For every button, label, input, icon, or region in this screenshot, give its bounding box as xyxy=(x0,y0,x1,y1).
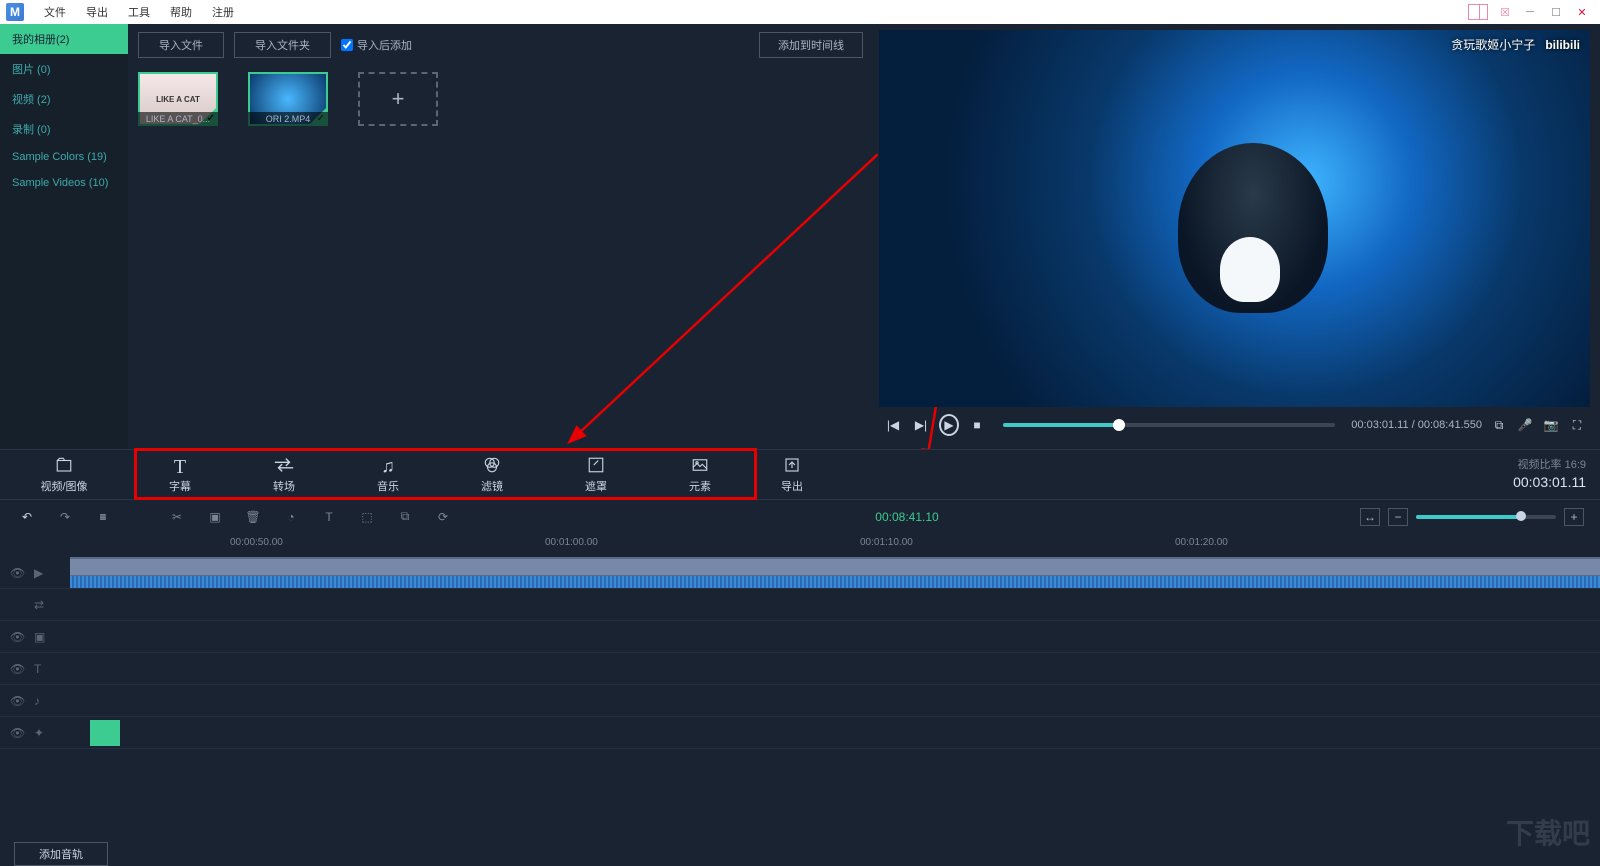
thumb-overlay: LIKE A CAT xyxy=(156,95,200,104)
close-button[interactable]: ✕ xyxy=(1570,2,1594,22)
ruler-mark: 00:00:50.00 xyxy=(230,537,283,548)
fullscreen-icon[interactable]: ⛶ xyxy=(1568,416,1586,434)
next-frame-button[interactable]: ▶| xyxy=(911,415,931,435)
rotate-icon[interactable]: ⟳ xyxy=(432,506,454,528)
import-folder-button[interactable]: 导入文件夹 xyxy=(234,32,331,58)
media-thumb-2[interactable]: ✓ ORI 2.MP4 xyxy=(248,72,328,126)
undo-button[interactable]: ↶ xyxy=(16,506,38,528)
aspect-label: 视频比率 16:9 xyxy=(1513,456,1586,472)
layout-icon[interactable] xyxy=(1468,4,1488,20)
add-media-button[interactable]: + xyxy=(358,72,438,126)
preview-video[interactable]: 贪玩歌姬小宁子 bilibili xyxy=(879,30,1590,407)
visibility-icon[interactable]: 👁 xyxy=(10,566,24,580)
tab-media[interactable]: 视频/图像 xyxy=(0,450,128,499)
menu-file[interactable]: 文件 xyxy=(34,0,76,24)
snapshot-icon[interactable]: 📷 xyxy=(1542,416,1560,434)
menu-export[interactable]: 导出 xyxy=(76,0,118,24)
edit-icon[interactable]: ☒ xyxy=(1500,6,1510,19)
maximize-button[interactable]: ☐ xyxy=(1544,2,1568,22)
transition-track[interactable]: ⇄ xyxy=(0,589,1600,621)
speed-icon[interactable]: ◔ xyxy=(280,506,302,528)
zoom-in-button[interactable]: + xyxy=(1564,508,1584,526)
prev-frame-button[interactable]: |◀ xyxy=(883,415,903,435)
sidebar-item-album[interactable]: 我的相册(2) xyxy=(0,24,128,54)
aspect-ratio-info: 视频比率 16:9 00:03:01.11 xyxy=(1499,450,1600,499)
text-track-icon: T xyxy=(34,662,48,676)
sidebar-item-colors[interactable]: Sample Colors (19) xyxy=(0,144,128,170)
delete-icon[interactable]: 🗑 xyxy=(242,506,264,528)
tab-label: 视频/图像 xyxy=(40,478,87,494)
app-logo: M xyxy=(6,3,24,21)
playback-time: 00:03:01.11 / 00:08:41.550 xyxy=(1351,419,1482,431)
add-after-import-checkbox[interactable]: 导入后添加 xyxy=(341,37,412,53)
element-track-icon: ✦ xyxy=(34,726,48,740)
playback-slider[interactable] xyxy=(1003,423,1335,427)
text-icon[interactable]: T xyxy=(318,506,340,528)
preview-panel: 贪玩歌姬小宁子 bilibili |◀ ▶| ▶ ■ 00:03:01.11 /… xyxy=(873,24,1600,449)
menubar: M 文件 导出 工具 帮助 注册 ☒ ─ ☐ ✕ xyxy=(0,0,1600,24)
text-track[interactable]: 👁T xyxy=(0,653,1600,685)
visibility-icon[interactable]: 👁 xyxy=(10,694,24,708)
visibility-icon[interactable]: 👁 xyxy=(10,726,24,740)
pip-icon[interactable]: ⧉ xyxy=(1490,416,1508,434)
thumb-name: LIKE A CAT_0... xyxy=(138,112,218,126)
transition-track-icon: ⇄ xyxy=(34,598,48,612)
menu-register[interactable]: 注册 xyxy=(202,0,244,24)
tab-label: 导出 xyxy=(781,478,803,494)
sidebar-item-videos[interactable]: 视频 (2) xyxy=(0,84,128,114)
timeline-ruler[interactable]: 00:00:50.00 00:01:00.00 00:01:10.00 00:0… xyxy=(0,533,1600,557)
crop2-icon[interactable]: ⬚ xyxy=(356,506,378,528)
preview-watermark-2: bilibili xyxy=(1545,38,1580,52)
video-track-icon: ▶ xyxy=(34,566,48,580)
add-to-timeline-button[interactable]: 添加到时间线 xyxy=(759,32,863,58)
preview-watermark-1: 贪玩歌姬小宁子 bilibili xyxy=(1451,36,1580,53)
play-button[interactable]: ▶ xyxy=(939,415,959,435)
copy-icon[interactable]: ⧉ xyxy=(394,506,416,528)
media-library: 导入文件 导入文件夹 导入后添加 添加到时间线 LIKE A CAT✓ LIKE… xyxy=(128,24,873,449)
menu-help[interactable]: 帮助 xyxy=(160,0,202,24)
page-watermark: 下载吧 xyxy=(1506,812,1590,852)
import-file-button[interactable]: 导入文件 xyxy=(138,32,224,58)
timeline-panel: ↶ ↷ ≡ ✂ ▣ 🗑 ◔ T ⬚ ⧉ ⟳ 00:08:41.10 ↔ − + … xyxy=(0,499,1600,866)
visibility-icon[interactable]: 👁 xyxy=(10,630,24,644)
video-track[interactable]: 👁▶ xyxy=(0,557,1600,589)
tools-tabs: 视频/图像 T 字幕 转场 ♫ 音乐 滤镜 遮罩 元素 导出 xyxy=(0,449,1600,499)
settings-icon[interactable]: ≡ xyxy=(92,506,114,528)
sidebar-item-record[interactable]: 录制 (0) xyxy=(0,114,128,144)
zoom-out-button[interactable]: − xyxy=(1388,508,1408,526)
cut-icon[interactable]: ✂ xyxy=(166,506,188,528)
music-track[interactable]: 👁♪ xyxy=(0,685,1600,717)
visibility-icon[interactable]: 👁 xyxy=(10,662,24,676)
ruler-mark: 00:01:10.00 xyxy=(860,537,913,548)
menu-tools[interactable]: 工具 xyxy=(118,0,160,24)
minimize-button[interactable]: ─ xyxy=(1518,2,1542,22)
sidebar: 我的相册(2) 图片 (0) 视频 (2) 录制 (0) Sample Colo… xyxy=(0,24,128,449)
mic-icon[interactable]: 🎤 xyxy=(1516,416,1534,434)
timeline-clip[interactable] xyxy=(90,720,120,746)
overlay-track-icon: ▣ xyxy=(34,630,48,644)
add-after-import-input[interactable] xyxy=(341,39,353,51)
redo-button[interactable]: ↷ xyxy=(54,506,76,528)
timeline-tracks: 👁▶ ⇄ 👁▣ 👁T 👁♪ 👁✦ xyxy=(0,557,1600,838)
fit-zoom-button[interactable]: ↔ xyxy=(1360,508,1380,526)
sidebar-item-sample-videos[interactable]: Sample Videos (10) xyxy=(0,170,128,196)
zoom-slider[interactable] xyxy=(1416,515,1556,519)
ruler-mark: 00:01:20.00 xyxy=(1175,537,1228,548)
stop-button[interactable]: ■ xyxy=(967,415,987,435)
add-audio-track-button[interactable]: 添加音轨 xyxy=(14,842,108,866)
timeline-toolbar: ↶ ↷ ≡ ✂ ▣ 🗑 ◔ T ⬚ ⧉ ⟳ 00:08:41.10 ↔ − + xyxy=(0,499,1600,533)
music-track-icon: ♪ xyxy=(34,694,48,708)
ruler-mark: 00:01:00.00 xyxy=(545,537,598,548)
player-controls: |◀ ▶| ▶ ■ 00:03:01.11 / 00:08:41.550 ⧉ 🎤… xyxy=(879,407,1590,443)
thumb-name: ORI 2.MP4 xyxy=(248,112,328,126)
sidebar-item-images[interactable]: 图片 (0) xyxy=(0,54,128,84)
element-track[interactable]: 👁✦ xyxy=(0,717,1600,749)
add-after-import-label: 导入后添加 xyxy=(357,37,412,53)
crop-icon[interactable]: ▣ xyxy=(204,506,226,528)
media-thumb-1[interactable]: LIKE A CAT✓ LIKE A CAT_0... xyxy=(138,72,218,126)
tab-export[interactable]: 导出 xyxy=(752,450,832,499)
duration-label: 00:03:01.11 xyxy=(1513,474,1586,490)
playhead-time: 00:08:41.10 xyxy=(875,510,938,524)
overlay-track[interactable]: 👁▣ xyxy=(0,621,1600,653)
